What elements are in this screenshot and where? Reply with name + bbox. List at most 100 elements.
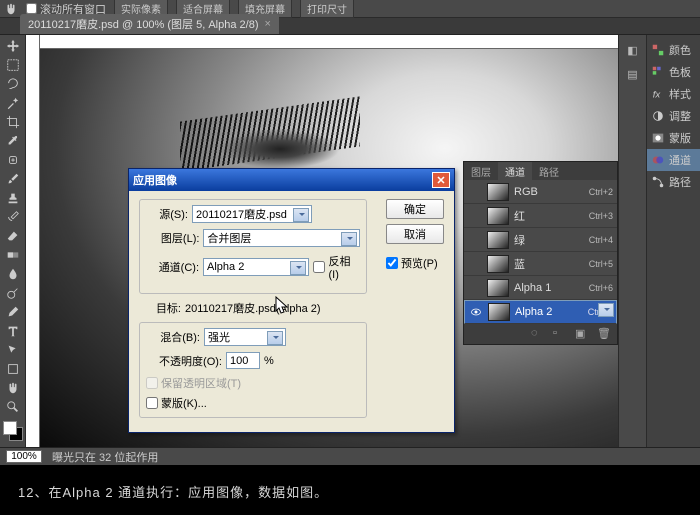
zoom-tool[interactable] — [3, 398, 23, 416]
opacity-input[interactable] — [226, 352, 260, 369]
sidebar-item-color[interactable]: 颜色 — [647, 39, 700, 61]
sidebar-item-label: 颜色 — [669, 42, 691, 58]
tab-layers[interactable]: 图层 — [464, 162, 498, 181]
right-dock: ◧ ▤ — [618, 35, 646, 447]
channel-row[interactable]: 绿Ctrl+4 — [464, 228, 617, 252]
tab-paths[interactable]: 路径 — [532, 162, 566, 181]
sidebar-item-label: 样式 — [669, 86, 691, 102]
heal-tool[interactable] — [3, 151, 23, 169]
hand-tool[interactable] — [3, 379, 23, 397]
preview-label: 预览(P) — [401, 255, 438, 271]
pen-tool[interactable] — [3, 303, 23, 321]
close-icon[interactable]: ✕ — [432, 172, 450, 188]
channel-row[interactable]: 红Ctrl+3 — [464, 204, 617, 228]
side-panel: 颜色 色板 fx 样式 调整 蒙版 通道 路径 — [646, 35, 700, 447]
sidebar-item-styles[interactable]: fx 样式 — [647, 83, 700, 105]
sidebar-item-label: 色板 — [669, 64, 691, 80]
visibility-icon[interactable] — [468, 185, 482, 199]
brush-tool[interactable] — [3, 170, 23, 188]
blend-select[interactable]: 强光 — [204, 328, 286, 346]
layer-value: 合并图层 — [207, 230, 251, 246]
opacity-label: 不透明度(O): — [146, 353, 222, 369]
crop-tool[interactable] — [3, 113, 23, 131]
layer-select[interactable]: 合并图层 — [203, 229, 360, 247]
visibility-icon[interactable] — [468, 209, 482, 223]
visibility-icon[interactable] — [468, 281, 482, 295]
sidebar-item-channels[interactable]: 通道 — [647, 149, 700, 171]
source-select[interactable]: 20110217磨皮.psd — [192, 205, 312, 223]
blend-label: 混合(B): — [146, 329, 200, 345]
channel-row[interactable]: Alpha 2 Ctrl+7 — [464, 300, 617, 324]
cancel-button[interactable]: 取消 — [386, 224, 444, 244]
svg-text:fx: fx — [653, 90, 662, 101]
status-bar: 曝光只在 32 位起作用 — [0, 447, 700, 465]
channel-thumb — [487, 207, 509, 225]
preview-checkbox[interactable]: 预览(P) — [386, 255, 444, 271]
target-label: 目标: — [139, 300, 181, 316]
load-selection-icon[interactable]: ◌ — [531, 327, 545, 341]
eraser-tool[interactable] — [3, 227, 23, 245]
visibility-icon[interactable] — [469, 305, 483, 319]
channel-thumb — [487, 255, 509, 273]
channel-shortcut: Ctrl+7 — [588, 307, 612, 317]
channel-name: 绿 — [514, 232, 584, 248]
source-value: 20110217磨皮.psd — [196, 206, 287, 222]
mask-checkbox[interactable]: 蒙版(K)... — [146, 395, 360, 411]
status-info: 曝光只在 32 位起作用 — [52, 449, 158, 465]
channel-select[interactable]: Alpha 2 — [203, 258, 309, 276]
invert-checkbox[interactable]: 反相(I) — [313, 253, 360, 281]
ruler-vertical — [26, 35, 40, 447]
stamp-tool[interactable] — [3, 189, 23, 207]
channel-label: 通道(C): — [146, 259, 199, 275]
zoom-input[interactable] — [6, 450, 42, 463]
channel-row[interactable]: RGBCtrl+2 — [464, 180, 617, 204]
sidebar-item-paths[interactable]: 路径 — [647, 171, 700, 193]
channel-name: Alpha 2 — [515, 306, 583, 318]
sidebar-item-swatches[interactable]: 色板 — [647, 61, 700, 83]
wand-tool[interactable] — [3, 94, 23, 112]
target-value: 20110217磨皮.psd(Alpha 2) — [185, 300, 321, 316]
channel-thumb — [487, 231, 509, 249]
sidebar-item-label: 蒙版 — [669, 130, 691, 146]
channel-shortcut: Ctrl+2 — [589, 187, 613, 197]
path-tool[interactable] — [3, 341, 23, 359]
channel-name: Alpha 1 — [514, 282, 584, 294]
channel-shortcut: Ctrl+6 — [589, 283, 613, 293]
channel-name: 蓝 — [514, 256, 584, 272]
print-size-button[interactable]: 打印尺寸 — [300, 0, 354, 18]
document-tab-bar: 20110217磨皮.psd @ 100% (图层 5, Alpha 2/8) … — [0, 18, 700, 35]
toolbox — [0, 35, 26, 447]
document-tab[interactable]: 20110217磨皮.psd @ 100% (图层 5, Alpha 2/8) … — [20, 14, 279, 34]
history-brush-tool[interactable] — [3, 208, 23, 226]
dock-history-icon[interactable]: ▤ — [623, 65, 643, 83]
channel-shortcut: Ctrl+5 — [589, 259, 613, 269]
channel-value: Alpha 2 — [207, 261, 244, 273]
marquee-tool[interactable] — [3, 56, 23, 74]
visibility-icon[interactable] — [468, 233, 482, 247]
ok-button[interactable]: 确定 — [386, 199, 444, 219]
save-selection-icon[interactable]: ▫ — [553, 327, 567, 341]
sidebar-item-adjust[interactable]: 调整 — [647, 105, 700, 127]
new-channel-icon[interactable]: ▣ — [575, 327, 589, 341]
dodge-tool[interactable] — [3, 284, 23, 302]
channel-row[interactable]: 蓝 Ctrl+5 — [464, 252, 617, 276]
close-tab-icon[interactable]: × — [264, 18, 270, 30]
visibility-icon[interactable] — [468, 257, 482, 271]
delete-icon[interactable]: 🗑 — [597, 327, 611, 341]
eyedropper-tool[interactable] — [3, 132, 23, 150]
preserve-transparency-checkbox: 保留透明区域(T) — [146, 375, 360, 391]
tab-channels[interactable]: 通道 — [498, 162, 532, 181]
dock-expand-icon[interactable]: ◧ — [623, 41, 643, 59]
blur-tool[interactable] — [3, 265, 23, 283]
channel-row[interactable]: Alpha 1 Ctrl+6 — [464, 276, 617, 300]
sidebar-item-mask[interactable]: 蒙版 — [647, 127, 700, 149]
type-tool[interactable] — [3, 322, 23, 340]
dialog-title: 应用图像 — [133, 172, 177, 188]
gradient-tool[interactable] — [3, 246, 23, 264]
move-tool[interactable] — [3, 37, 23, 55]
sidebar-item-label: 路径 — [669, 174, 691, 190]
lasso-tool[interactable] — [3, 75, 23, 93]
color-swatch[interactable] — [3, 421, 23, 441]
shape-tool[interactable] — [3, 360, 23, 378]
dialog-titlebar[interactable]: 应用图像 ✕ — [129, 169, 454, 191]
